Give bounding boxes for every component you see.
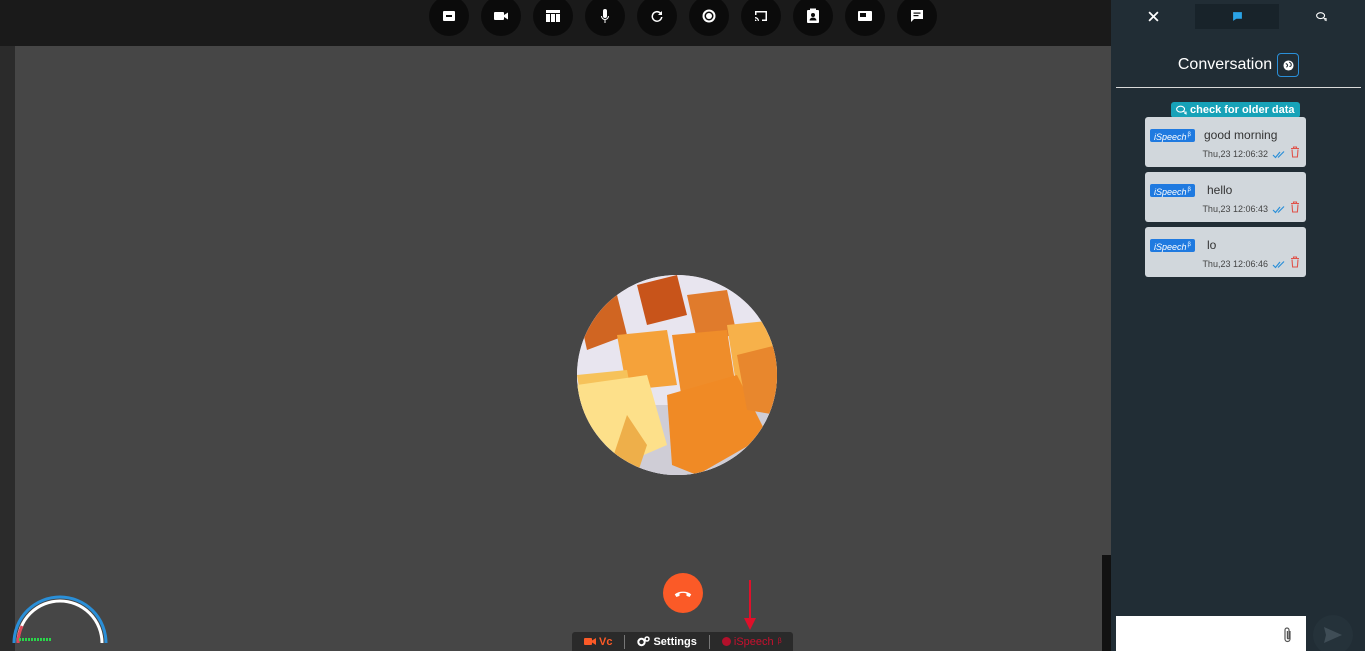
tab-conversations[interactable] <box>1279 4 1363 29</box>
video-call-app: Vc Settings iSpeech β Conversation check… <box>0 0 1365 651</box>
ispeech-beta-mark: β <box>777 638 782 645</box>
microphone-icon <box>601 9 609 23</box>
comments-icon <box>1315 12 1327 22</box>
check-older-data-label: check for older data <box>1190 104 1295 116</box>
check-older-data-button[interactable]: check for older data <box>1171 102 1300 118</box>
contact-card-button[interactable] <box>793 0 833 36</box>
layout-button[interactable] <box>533 0 573 36</box>
double-check-icon <box>1272 151 1285 159</box>
chat-message: iSpeechβ lo Thu,23 12:06:46 <box>1145 227 1306 277</box>
orange-cubes-avatar-image <box>577 275 777 475</box>
video-toggle-button[interactable] <box>481 0 521 36</box>
vc-button[interactable]: Vc <box>572 635 624 649</box>
ispeech-tag-beta: β <box>1187 242 1191 248</box>
video-camera-icon <box>494 12 508 20</box>
ispeech-tag-label: iSpeech <box>1154 242 1187 252</box>
microphone-button[interactable] <box>585 0 625 36</box>
ispeech-tag-label: iSpeech <box>1154 187 1187 197</box>
message-timestamp: Thu,23 12:06:46 <box>1202 259 1268 269</box>
message-input[interactable] <box>1116 616 1306 651</box>
ispeech-button[interactable]: iSpeech β <box>708 634 794 649</box>
settings-label: Settings <box>653 635 697 648</box>
stage-right-edge <box>1102 555 1111 651</box>
settings-button[interactable]: Settings <box>624 634 708 649</box>
minimize-icon <box>443 11 455 21</box>
ispeech-tag-beta: β <box>1187 187 1191 193</box>
message-text: lo <box>1207 238 1217 252</box>
ispeech-tag: iSpeechβ <box>1150 239 1195 252</box>
refresh-button[interactable] <box>637 0 677 36</box>
conversation-header: Conversation <box>1116 53 1361 77</box>
video-camera-icon <box>584 638 596 645</box>
tab-messages[interactable] <box>1195 4 1279 29</box>
hang-up-phone-icon <box>674 591 692 597</box>
close-panel-button[interactable] <box>1111 4 1195 29</box>
header-divider <box>1116 87 1361 88</box>
message-timestamp: Thu,23 12:06:32 <box>1202 149 1268 159</box>
refresh-icon <box>651 10 663 22</box>
message-text: hello <box>1207 183 1233 197</box>
chat-panel: Conversation check for older data iSpeec… <box>1111 0 1365 651</box>
hang-up-button[interactable] <box>663 573 703 613</box>
ispeech-tag-beta: β <box>1187 132 1191 138</box>
ispeech-label: iSpeech <box>733 635 774 648</box>
audio-level-gauge <box>12 595 108 644</box>
chat-icon <box>911 10 923 22</box>
message-timestamp: Thu,23 12:06:43 <box>1202 204 1268 214</box>
chat-message: iSpeechβ hello Thu,23 12:06:43 <box>1145 172 1306 222</box>
double-check-icon <box>1272 206 1285 214</box>
panel-tabs <box>1111 0 1365 32</box>
left-edge-strip <box>0 46 15 651</box>
delete-icon[interactable] <box>1290 256 1300 268</box>
message-text: good morning <box>1204 128 1278 142</box>
close-icon <box>1147 11 1159 22</box>
minimize-button[interactable] <box>429 0 469 36</box>
chat-message: iSpeechβ good morning Thu,23 12:06:32 <box>1145 117 1306 167</box>
chat-button[interactable] <box>897 0 937 36</box>
double-check-icon <box>1272 261 1285 269</box>
ispeech-tag-label: iSpeech <box>1154 132 1187 142</box>
cast-button[interactable] <box>741 0 781 36</box>
picture-in-picture-icon <box>858 11 872 21</box>
globe-icon <box>1283 59 1294 71</box>
annotation-arrow <box>744 580 756 630</box>
bottom-control-bar: Vc Settings iSpeech β <box>572 632 793 651</box>
paperclip-icon[interactable] <box>1283 626 1293 644</box>
record-button[interactable] <box>689 0 729 36</box>
gears-icon <box>637 636 651 647</box>
record-dot-icon <box>721 637 731 646</box>
layout-icon <box>546 10 560 22</box>
delete-icon[interactable] <box>1290 146 1300 158</box>
vc-label: Vc <box>599 635 613 648</box>
picture-in-picture-button[interactable] <box>845 0 885 36</box>
globe-button[interactable] <box>1277 53 1300 77</box>
conversation-title: Conversation <box>1177 56 1273 73</box>
video-stage <box>15 46 1111 651</box>
cast-icon <box>755 11 767 21</box>
send-icon <box>1324 627 1342 643</box>
top-toolbar <box>0 0 1111 46</box>
send-button[interactable] <box>1313 615 1353 651</box>
ispeech-tag: iSpeechβ <box>1150 184 1195 197</box>
comments-icon <box>1176 105 1187 115</box>
record-icon <box>702 9 716 23</box>
contact-card-icon <box>807 8 819 23</box>
message-icon <box>1232 12 1242 21</box>
ispeech-tag: iSpeechβ <box>1150 129 1195 142</box>
participant-avatar <box>577 275 777 475</box>
delete-icon[interactable] <box>1290 201 1300 213</box>
